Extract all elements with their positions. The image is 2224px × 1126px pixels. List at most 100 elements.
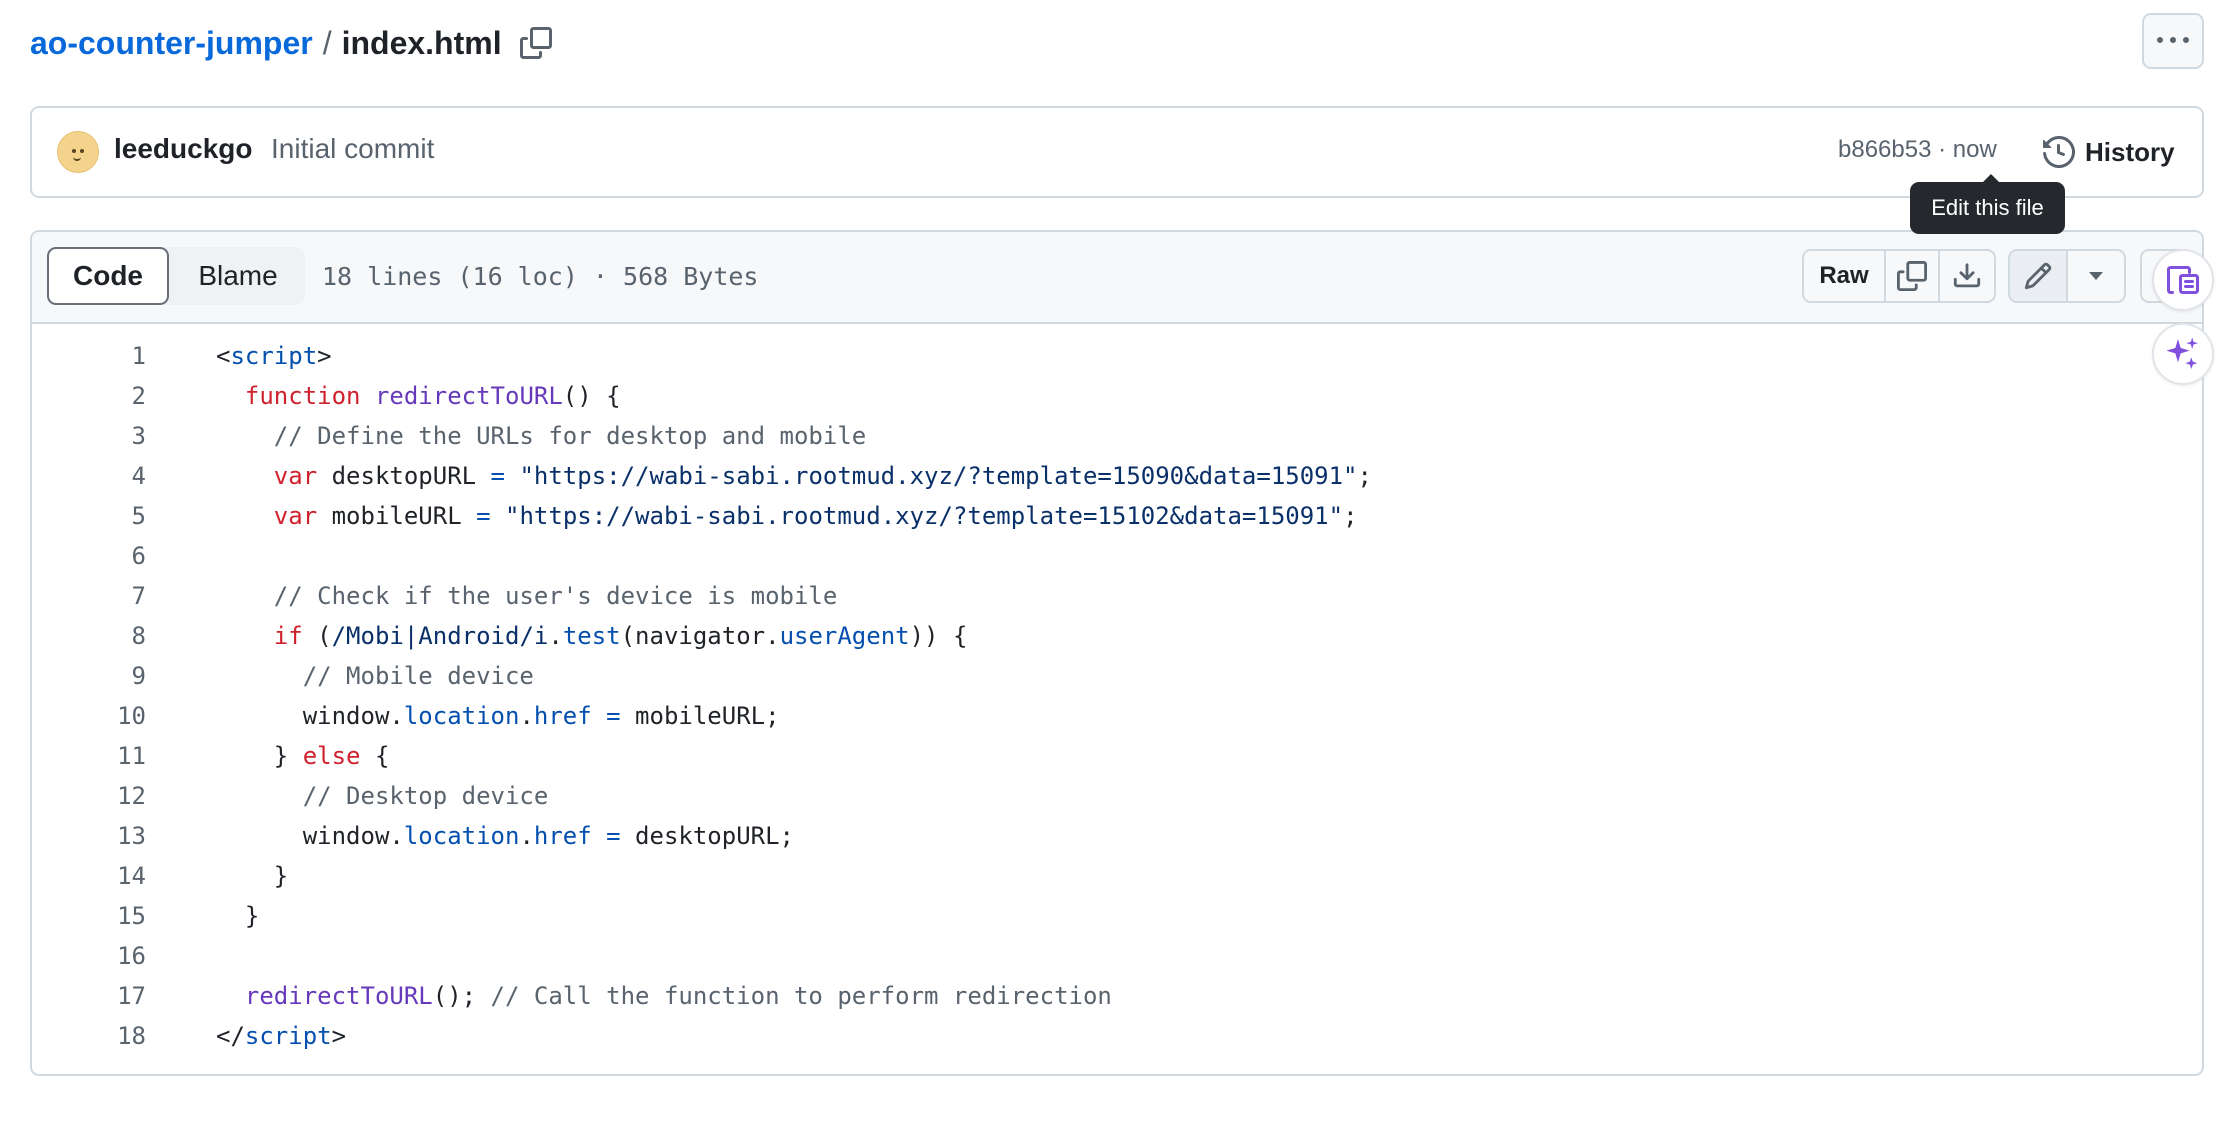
code-token: // Call the function to perform redirect…: [490, 982, 1112, 1010]
code-token: ;: [1357, 462, 1372, 490]
file-header: Code Blame 18 lines (16 loc) · 568 Bytes…: [32, 232, 2202, 324]
line-number[interactable]: 5: [32, 496, 146, 536]
code-line: 15 }: [32, 896, 2202, 936]
file-viewer: Code Blame 18 lines (16 loc) · 568 Bytes…: [30, 230, 2204, 1076]
edit-file-button[interactable]: [2010, 251, 2068, 301]
code-token: =: [476, 502, 491, 530]
code-token: script: [244, 1022, 332, 1050]
edit-file-tooltip: Edit this file: [1910, 174, 2065, 234]
code-line: 1 <script>: [32, 336, 2202, 376]
code-line: 12 // Desktop device: [32, 776, 2202, 816]
code-token: {: [360, 742, 390, 770]
code-token: (navigator.: [620, 622, 780, 650]
line-content: // Define the URLs for desktop and mobil…: [216, 416, 866, 456]
symbols-panel-fab[interactable]: [2152, 249, 2214, 311]
tab-code[interactable]: Code: [47, 247, 169, 305]
code-token: /Mobi|Android/i: [331, 622, 549, 650]
download-raw-button[interactable]: [1940, 251, 1994, 301]
file-info: 18 lines (16 loc) · 568 Bytes: [322, 262, 759, 291]
line-number[interactable]: 10: [32, 696, 146, 736]
copilot-fab[interactable]: [2152, 323, 2214, 385]
copy-icon: [1897, 261, 1927, 291]
code-line: 5 var mobileURL = "https://wabi-sabi.roo…: [32, 496, 2202, 536]
line-content: var mobileURL = "https://wabi-sabi.rootm…: [216, 496, 1358, 536]
commit-sha-time[interactable]: b866b53 · now: [1838, 136, 1997, 164]
code-token: </: [216, 1022, 245, 1050]
code-token: }: [216, 902, 260, 930]
line-content: // Mobile device: [216, 656, 534, 696]
line-number[interactable]: 12: [32, 776, 146, 816]
line-number[interactable]: 9: [32, 656, 146, 696]
line-content: if (/Mobi|Android/i.test(navigator.userA…: [216, 616, 968, 656]
raw-copy-download-group: Raw: [1802, 249, 1996, 303]
code-line: 16: [32, 936, 2202, 976]
line-number[interactable]: 18: [32, 1016, 146, 1056]
code-token: var: [273, 462, 318, 490]
code-token: // Define the URLs for desktop and mobil…: [216, 422, 867, 450]
line-content: var desktopURL = "https://wabi-sabi.root…: [216, 456, 1372, 496]
code-line: 17 redirectToURL(); // Call the function…: [32, 976, 2202, 1016]
line-number[interactable]: 11: [32, 736, 146, 776]
code-token: )) {: [909, 622, 968, 650]
view-toggle: Code Blame: [47, 247, 305, 305]
code-token: // Desktop device: [216, 782, 549, 810]
line-content: window.location.href = mobileURL;: [216, 696, 780, 736]
code-line: 7 // Check if the user's device is mobil…: [32, 576, 2202, 616]
line-number[interactable]: 15: [32, 896, 146, 936]
code-token: location: [403, 822, 520, 850]
copy-path-button[interactable]: [518, 25, 554, 61]
line-number[interactable]: 14: [32, 856, 146, 896]
code-line: 3 // Define the URLs for desktop and mob…: [32, 416, 2202, 456]
code-line: 8 if (/Mobi|Android/i.test(navigator.use…: [32, 616, 2202, 656]
code-token: // Mobile device: [216, 662, 534, 690]
symbols-icon: [2167, 266, 2199, 294]
code-token: ();: [432, 982, 491, 1010]
line-number[interactable]: 3: [32, 416, 146, 456]
kebab-icon: [2157, 37, 2189, 43]
code-token: redirectToURL: [374, 382, 563, 410]
code-token: ;: [1343, 502, 1358, 530]
history-button[interactable]: History: [2043, 126, 2175, 178]
more-options-button[interactable]: [2142, 13, 2204, 69]
tab-blame[interactable]: Blame: [171, 247, 305, 305]
breadcrumb-repo-link[interactable]: ao-counter-jumper: [30, 25, 313, 62]
code-line: 11 } else {: [32, 736, 2202, 776]
line-content: }: [216, 856, 288, 896]
line-number[interactable]: 4: [32, 456, 146, 496]
pencil-icon: [2024, 262, 2052, 290]
line-number[interactable]: 7: [32, 576, 146, 616]
line-number[interactable]: 6: [32, 536, 146, 576]
code-token: desktopURL;: [620, 822, 794, 850]
edit-dropdown-button[interactable]: [2068, 251, 2124, 301]
line-number[interactable]: 8: [32, 616, 146, 656]
line-number[interactable]: 17: [32, 976, 146, 1016]
breadcrumb-separator: /: [322, 24, 332, 61]
copy-raw-button[interactable]: [1886, 251, 1940, 301]
line-content: }: [216, 896, 259, 936]
code-token: function: [244, 382, 361, 410]
avatar[interactable]: [57, 131, 99, 173]
raw-button[interactable]: Raw: [1804, 251, 1886, 301]
code-token: script: [230, 342, 318, 370]
code-token: }: [216, 862, 289, 890]
avatar-mouth: [73, 156, 81, 161]
code-token: userAgent: [779, 622, 910, 650]
commit-author-link[interactable]: leeduckgo: [114, 133, 252, 165]
line-number[interactable]: 1: [32, 336, 146, 376]
copy-path-icon: [519, 27, 552, 59]
line-content: // Check if the user's device is mobile: [216, 576, 838, 616]
line-content: redirectToURL(); // Call the function to…: [216, 976, 1112, 1016]
code-line: 6: [32, 536, 2202, 576]
code-area: 1 <script> 2 function redirectToURL() {3 /…: [32, 336, 2202, 1056]
commit-message-link[interactable]: Initial commit: [271, 133, 434, 165]
code-token: if: [273, 622, 303, 650]
line-content: // Desktop device: [216, 776, 549, 816]
line-number[interactable]: 13: [32, 816, 146, 856]
line-number[interactable]: 16: [32, 936, 146, 976]
code-line: 13 window.location.href = desktopURL;: [32, 816, 2202, 856]
line-number[interactable]: 2: [32, 376, 146, 416]
code-token: // Check if the user's device is mobile: [216, 582, 838, 610]
